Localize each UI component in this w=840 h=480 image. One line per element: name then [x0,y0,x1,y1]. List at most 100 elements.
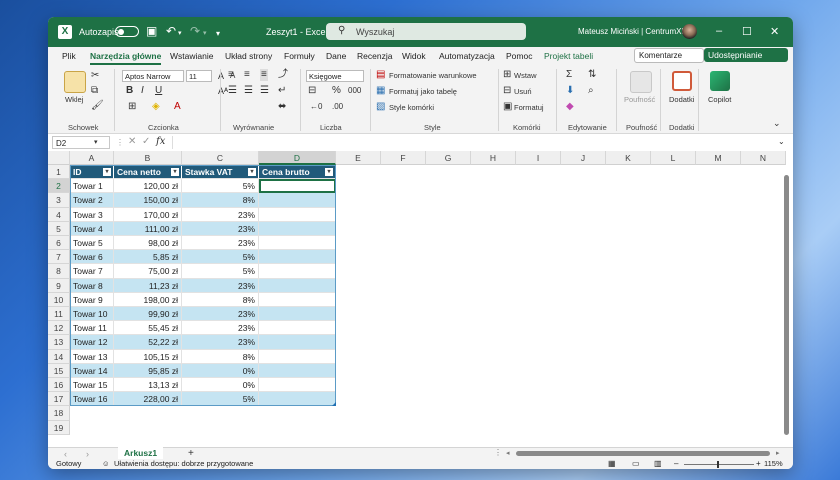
table-cell[interactable] [259,236,336,251]
share-button[interactable]: Udostępnianie [704,48,788,62]
user-name[interactable]: Mateusz Miciński | CentrumXP [578,27,687,36]
align-middle-icon[interactable]: ≡ [244,69,250,81]
table-cell[interactable]: Towar 11 [70,321,114,336]
fill-icon[interactable]: ⬇ [566,85,574,97]
table-cell[interactable]: 99,90 zł [114,307,182,322]
vertical-scrollbar[interactable] [784,169,789,441]
table-resize-handle[interactable] [332,402,336,407]
bold-icon[interactable]: B [126,85,133,97]
redo-dropdown-icon[interactable]: ▾ [203,27,207,41]
table-cell[interactable]: 228,00 zł [114,392,182,407]
table-cell[interactable] [259,392,336,407]
table-cell[interactable]: Towar 7 [70,264,114,279]
table-cell[interactable]: 0% [182,363,259,378]
comments-button[interactable]: Komentarze [634,48,704,63]
tab-formulas[interactable]: Formuły [284,51,315,61]
table-cell[interactable]: 23% [182,307,259,322]
zoom-slider-handle[interactable] [717,461,719,468]
table-cell[interactable]: Towar 16 [70,392,114,407]
underline-icon[interactable]: U [155,85,162,97]
tab-insert[interactable]: Wstawianie [170,51,213,61]
zoom-in-icon[interactable]: + [756,459,761,469]
table-cell[interactable]: 52,22 zł [114,335,182,350]
row-header-3[interactable]: 3 [48,193,70,208]
merge-center-icon[interactable]: ⬌ [278,101,286,113]
table-cell[interactable]: Towar 4 [70,221,114,236]
fill-color-icon[interactable]: ◈ [152,101,160,113]
table-cell[interactable]: 111,00 zł [114,221,182,236]
row-header-2[interactable]: 2 [48,179,70,194]
tab-file[interactable]: Plik [62,51,76,61]
table-cell[interactable]: 120,00 zł [114,179,182,194]
select-all-corner[interactable] [48,151,70,165]
filter-dropdown-icon[interactable]: ▾ [248,168,256,176]
table-cell[interactable]: 23% [182,335,259,350]
wrap-text-icon[interactable]: ↵ [278,85,286,97]
delete-cells-label[interactable]: Usuń [514,87,532,96]
align-right-icon[interactable]: ☰ [260,85,269,97]
table-cell[interactable]: 5% [182,250,259,265]
format-cells-label[interactable]: Formatuj [514,103,544,112]
table-cell[interactable]: Towar 3 [70,207,114,222]
table-cell[interactable]: 95,85 zł [114,363,182,378]
table-cell[interactable] [259,321,336,336]
zoom-slider[interactable] [684,464,754,465]
number-format-dropdown[interactable]: Księgowe [306,70,364,82]
comma-style-icon[interactable]: 000 [348,85,361,97]
undo-icon[interactable]: ↶ [166,24,176,38]
expand-formula-bar-icon[interactable]: ⌄ [778,136,785,148]
row-header-6[interactable]: 6 [48,236,70,251]
table-cell[interactable]: Towar 8 [70,278,114,293]
autosave-toggle[interactable] [115,26,139,37]
cell-styles-icon[interactable]: ▧ [376,101,385,113]
table-cell[interactable]: 11,23 zł [114,278,182,293]
zoom-level[interactable]: 115% [764,459,783,469]
table-cell[interactable]: 8% [182,292,259,307]
table-cell[interactable]: 8% [182,349,259,364]
filter-dropdown-icon[interactable]: ▾ [325,168,333,176]
table-cell[interactable]: 55,45 zł [114,321,182,336]
table-cell[interactable]: 8% [182,193,259,208]
table-cell[interactable]: 5% [182,392,259,407]
row-header-8[interactable]: 8 [48,264,70,279]
format-cells-icon[interactable]: ▣ [503,101,512,113]
column-header-i[interactable]: I [516,151,561,165]
format-painter-icon[interactable]: 🖌 [91,100,104,112]
table-cell[interactable] [259,307,336,322]
conditional-format-icon[interactable]: ▤ [376,69,385,81]
minimize-button[interactable]: – [716,25,722,37]
table-cell[interactable]: 23% [182,236,259,251]
tab-automate[interactable]: Automatyzacja [439,51,495,61]
align-bottom-icon[interactable]: ≡ [260,69,268,81]
insert-function-icon[interactable]: fx [156,136,165,148]
table-cell[interactable]: 23% [182,221,259,236]
normal-view-icon[interactable]: ▦ [608,459,616,469]
row-header-9[interactable]: 9 [48,278,70,293]
table-header-cell[interactable]: ID ▾ [70,165,114,180]
cancel-entry-icon[interactable]: ✕ [128,136,136,148]
table-cell[interactable]: 98,00 zł [114,236,182,251]
copilot-icon[interactable] [710,71,730,91]
table-cell[interactable]: Towar 1 [70,179,114,194]
table-cell[interactable]: Towar 5 [70,236,114,251]
delete-cells-icon[interactable]: ⊟ [503,85,511,97]
paste-label[interactable]: Wklej [65,95,83,104]
font-color-icon[interactable]: A [174,101,181,113]
column-header-h[interactable]: H [471,151,516,165]
page-layout-view-icon[interactable]: ▭ [632,459,640,469]
sensitivity-label[interactable]: Poufność [624,95,655,104]
autosum-icon[interactable]: Σ [566,69,572,81]
active-cell[interactable] [259,179,336,194]
row-header-12[interactable]: 12 [48,321,70,336]
table-cell[interactable] [259,349,336,364]
confirm-entry-icon[interactable]: ✓ [142,136,150,148]
sensitivity-icon[interactable] [630,71,652,93]
column-header-c[interactable]: C [182,151,259,165]
percent-icon[interactable]: % [332,85,341,97]
customize-toolbar-icon[interactable]: ▾ [216,27,220,41]
clear-icon[interactable]: ◆ [566,101,574,113]
table-cell[interactable] [259,378,336,393]
table-cell[interactable]: Towar 15 [70,378,114,393]
paste-icon[interactable] [64,71,86,93]
font-size-dropdown[interactable]: 11 [186,70,212,82]
